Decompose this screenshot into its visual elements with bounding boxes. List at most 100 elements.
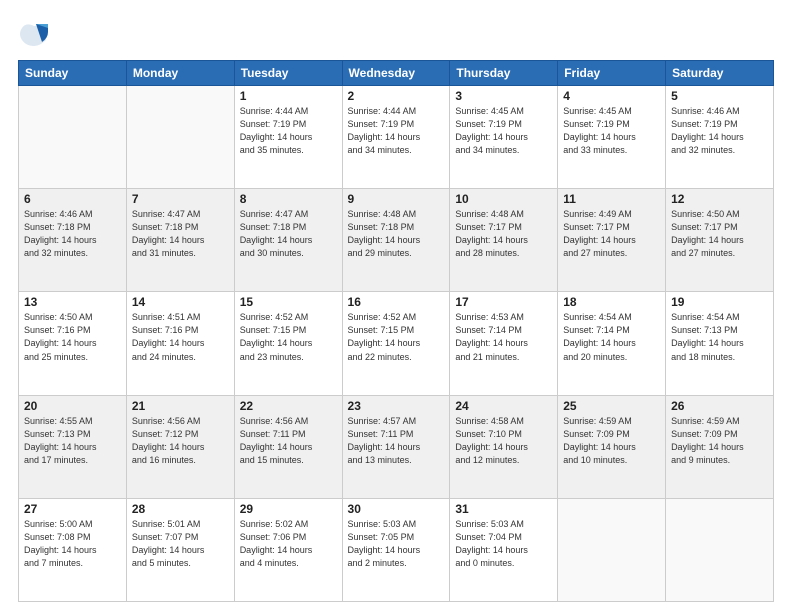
day-number: 25 [563, 399, 660, 413]
day-number: 30 [348, 502, 445, 516]
calendar-cell: 7 Sunrise: 4:47 AM Sunset: 7:18 PM Daylig… [126, 189, 234, 292]
calendar-cell [19, 86, 127, 189]
day-number: 23 [348, 399, 445, 413]
day-info: Sunrise: 4:46 AM Sunset: 7:19 PM Dayligh… [671, 105, 768, 157]
day-info: Sunrise: 4:53 AM Sunset: 7:14 PM Dayligh… [455, 311, 552, 363]
day-info: Sunrise: 4:44 AM Sunset: 7:19 PM Dayligh… [348, 105, 445, 157]
day-info: Sunrise: 4:47 AM Sunset: 7:18 PM Dayligh… [240, 208, 337, 260]
calendar-week-1: 1 Sunrise: 4:44 AM Sunset: 7:19 PM Daylig… [19, 86, 774, 189]
day-number: 14 [132, 295, 229, 309]
day-number: 16 [348, 295, 445, 309]
day-number: 24 [455, 399, 552, 413]
day-number: 7 [132, 192, 229, 206]
day-info: Sunrise: 4:48 AM Sunset: 7:18 PM Dayligh… [348, 208, 445, 260]
day-info: Sunrise: 5:01 AM Sunset: 7:07 PM Dayligh… [132, 518, 229, 570]
day-info: Sunrise: 4:50 AM Sunset: 7:16 PM Dayligh… [24, 311, 121, 363]
day-info: Sunrise: 4:54 AM Sunset: 7:13 PM Dayligh… [671, 311, 768, 363]
day-info: Sunrise: 4:50 AM Sunset: 7:17 PM Dayligh… [671, 208, 768, 260]
calendar-cell: 15 Sunrise: 4:52 AM Sunset: 7:15 PM Dayli… [234, 292, 342, 395]
calendar-cell: 3 Sunrise: 4:45 AM Sunset: 7:19 PM Daylig… [450, 86, 558, 189]
day-number: 10 [455, 192, 552, 206]
day-info: Sunrise: 4:59 AM Sunset: 7:09 PM Dayligh… [563, 415, 660, 467]
day-number: 9 [348, 192, 445, 206]
col-saturday: Saturday [666, 61, 774, 86]
calendar-cell: 4 Sunrise: 4:45 AM Sunset: 7:19 PM Daylig… [558, 86, 666, 189]
day-info: Sunrise: 4:56 AM Sunset: 7:12 PM Dayligh… [132, 415, 229, 467]
day-info: Sunrise: 5:00 AM Sunset: 7:08 PM Dayligh… [24, 518, 121, 570]
page: Sunday Monday Tuesday Wednesday Thursday… [0, 0, 792, 612]
calendar-week-2: 6 Sunrise: 4:46 AM Sunset: 7:18 PM Daylig… [19, 189, 774, 292]
calendar-cell: 2 Sunrise: 4:44 AM Sunset: 7:19 PM Daylig… [342, 86, 450, 189]
calendar-cell: 11 Sunrise: 4:49 AM Sunset: 7:17 PM Dayli… [558, 189, 666, 292]
calendar-cell: 12 Sunrise: 4:50 AM Sunset: 7:17 PM Dayli… [666, 189, 774, 292]
day-number: 2 [348, 89, 445, 103]
day-number: 11 [563, 192, 660, 206]
calendar-cell: 25 Sunrise: 4:59 AM Sunset: 7:09 PM Dayli… [558, 395, 666, 498]
day-number: 4 [563, 89, 660, 103]
calendar-cell: 31 Sunrise: 5:03 AM Sunset: 7:04 PM Dayli… [450, 498, 558, 601]
day-number: 6 [24, 192, 121, 206]
day-info: Sunrise: 4:45 AM Sunset: 7:19 PM Dayligh… [563, 105, 660, 157]
day-info: Sunrise: 4:55 AM Sunset: 7:13 PM Dayligh… [24, 415, 121, 467]
day-info: Sunrise: 5:03 AM Sunset: 7:04 PM Dayligh… [455, 518, 552, 570]
calendar-table: Sunday Monday Tuesday Wednesday Thursday… [18, 60, 774, 602]
day-number: 17 [455, 295, 552, 309]
logo-icon [18, 18, 50, 50]
col-friday: Friday [558, 61, 666, 86]
calendar-cell [666, 498, 774, 601]
calendar-cell: 9 Sunrise: 4:48 AM Sunset: 7:18 PM Daylig… [342, 189, 450, 292]
day-number: 15 [240, 295, 337, 309]
day-number: 19 [671, 295, 768, 309]
day-number: 3 [455, 89, 552, 103]
calendar-cell: 1 Sunrise: 4:44 AM Sunset: 7:19 PM Daylig… [234, 86, 342, 189]
day-info: Sunrise: 4:59 AM Sunset: 7:09 PM Dayligh… [671, 415, 768, 467]
calendar-cell: 27 Sunrise: 5:00 AM Sunset: 7:08 PM Dayli… [19, 498, 127, 601]
day-number: 1 [240, 89, 337, 103]
day-info: Sunrise: 4:57 AM Sunset: 7:11 PM Dayligh… [348, 415, 445, 467]
calendar-cell: 22 Sunrise: 4:56 AM Sunset: 7:11 PM Dayli… [234, 395, 342, 498]
day-info: Sunrise: 4:45 AM Sunset: 7:19 PM Dayligh… [455, 105, 552, 157]
day-number: 21 [132, 399, 229, 413]
col-wednesday: Wednesday [342, 61, 450, 86]
col-thursday: Thursday [450, 61, 558, 86]
calendar-cell [126, 86, 234, 189]
calendar-cell: 10Sunrise: 4:48 AM Sunset: 7:17 PM Dayli… [450, 189, 558, 292]
day-info: Sunrise: 4:52 AM Sunset: 7:15 PM Dayligh… [240, 311, 337, 363]
calendar-cell [558, 498, 666, 601]
day-info: Sunrise: 4:51 AM Sunset: 7:16 PM Dayligh… [132, 311, 229, 363]
day-info: Sunrise: 4:46 AM Sunset: 7:18 PM Dayligh… [24, 208, 121, 260]
day-info: Sunrise: 5:02 AM Sunset: 7:06 PM Dayligh… [240, 518, 337, 570]
col-tuesday: Tuesday [234, 61, 342, 86]
calendar-week-3: 13Sunrise: 4:50 AM Sunset: 7:16 PM Dayli… [19, 292, 774, 395]
day-info: Sunrise: 4:44 AM Sunset: 7:19 PM Dayligh… [240, 105, 337, 157]
day-info: Sunrise: 4:56 AM Sunset: 7:11 PM Dayligh… [240, 415, 337, 467]
calendar-cell: 6 Sunrise: 4:46 AM Sunset: 7:18 PM Daylig… [19, 189, 127, 292]
calendar-cell: 19 Sunrise: 4:54 AM Sunset: 7:13 PM Dayli… [666, 292, 774, 395]
day-number: 29 [240, 502, 337, 516]
day-info: Sunrise: 4:52 AM Sunset: 7:15 PM Dayligh… [348, 311, 445, 363]
day-number: 31 [455, 502, 552, 516]
day-number: 8 [240, 192, 337, 206]
day-info: Sunrise: 4:49 AM Sunset: 7:17 PM Dayligh… [563, 208, 660, 260]
calendar-cell: 23 Sunrise: 4:57 AM Sunset: 7:11 PM Dayli… [342, 395, 450, 498]
header [18, 18, 774, 50]
calendar-cell: 14 Sunrise: 4:51 AM Sunset: 7:16 PM Dayli… [126, 292, 234, 395]
col-monday: Monday [126, 61, 234, 86]
day-number: 5 [671, 89, 768, 103]
calendar-cell: 5 Sunrise: 4:46 AM Sunset: 7:19 PM Daylig… [666, 86, 774, 189]
calendar-cell: 16 Sunrise: 4:52 AM Sunset: 7:15 PM Dayli… [342, 292, 450, 395]
calendar-week-4: 20 Sunrise: 4:55 AM Sunset: 7:13 PM Dayli… [19, 395, 774, 498]
header-row: Sunday Monday Tuesday Wednesday Thursday… [19, 61, 774, 86]
calendar-cell: 28 Sunrise: 5:01 AM Sunset: 7:07 PM Dayli… [126, 498, 234, 601]
calendar-week-5: 27 Sunrise: 5:00 AM Sunset: 7:08 PM Dayli… [19, 498, 774, 601]
calendar-cell: 20 Sunrise: 4:55 AM Sunset: 7:13 PM Dayli… [19, 395, 127, 498]
day-info: Sunrise: 4:54 AM Sunset: 7:14 PM Dayligh… [563, 311, 660, 363]
day-info: Sunrise: 4:47 AM Sunset: 7:18 PM Dayligh… [132, 208, 229, 260]
day-number: 28 [132, 502, 229, 516]
calendar-cell: 26Sunrise: 4:59 AM Sunset: 7:09 PM Dayli… [666, 395, 774, 498]
day-number: 12 [671, 192, 768, 206]
day-number: 22 [240, 399, 337, 413]
day-number: 27 [24, 502, 121, 516]
calendar-cell: 8 Sunrise: 4:47 AM Sunset: 7:18 PM Daylig… [234, 189, 342, 292]
day-number: 20 [24, 399, 121, 413]
